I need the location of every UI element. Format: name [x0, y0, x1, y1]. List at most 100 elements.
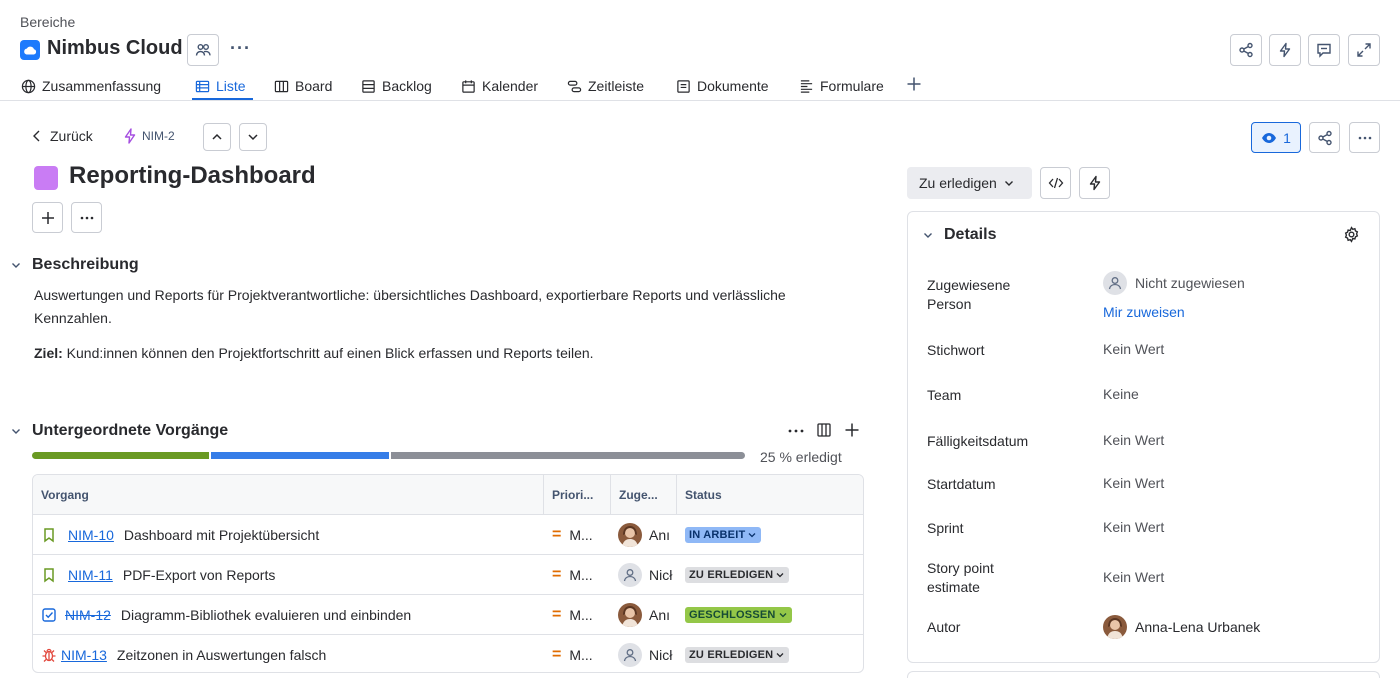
- next-issue-button[interactable]: [239, 123, 267, 151]
- back-button[interactable]: Zurück: [32, 128, 93, 144]
- add-tab-button[interactable]: [906, 76, 922, 94]
- issue-key-link[interactable]: NIM-13: [61, 647, 107, 663]
- more-icon: [1358, 136, 1371, 139]
- column-header-priority[interactable]: Priori...: [544, 475, 611, 515]
- unassigned-avatar-icon: [1103, 271, 1127, 295]
- tab-formulare[interactable]: Formulare: [799, 76, 884, 96]
- columns-icon: [817, 423, 831, 437]
- status-dropdown[interactable]: IN ARBEIT: [685, 526, 762, 543]
- chevron-down-icon: [776, 572, 784, 577]
- assign-to-me-link[interactable]: Mir zuweisen: [1103, 304, 1185, 320]
- watch-count: 1: [1283, 129, 1291, 146]
- description-text[interactable]: Auswertungen und Reports für Projektvera…: [34, 284, 854, 330]
- add-child-button[interactable]: [844, 422, 860, 438]
- project-title[interactable]: Nimbus Cloud: [47, 37, 183, 60]
- feedback-button[interactable]: [1308, 34, 1340, 66]
- code-icon: [1048, 177, 1063, 189]
- lightning-icon: [1089, 175, 1100, 191]
- label-field-label: Stichwort: [927, 342, 985, 358]
- tab-dokumente[interactable]: Dokumente: [676, 76, 769, 96]
- tab-liste[interactable]: Liste: [195, 76, 246, 96]
- table-row[interactable]: NIM-10 Dashboard mit Projektübersicht = M…: [33, 515, 863, 555]
- more-icon: [80, 216, 93, 219]
- calendar-icon: [462, 79, 475, 93]
- assignee-value[interactable]: Nicht zugewiesen: [1103, 271, 1245, 295]
- share-project-button[interactable]: [1230, 34, 1262, 66]
- share-issue-button[interactable]: [1309, 122, 1340, 153]
- status-dropdown[interactable]: GESCHLOSSEN: [685, 606, 792, 623]
- document-icon: [677, 79, 690, 93]
- table-row[interactable]: NIM-11 PDF-Export von Reports = M... Nicł…: [33, 555, 863, 595]
- title-more-button[interactable]: [71, 202, 102, 233]
- people-icon: [195, 44, 211, 56]
- issue-summary[interactable]: PDF-Export von Reports: [123, 567, 276, 583]
- chevron-down-icon: [748, 532, 756, 537]
- table-row[interactable]: NIM-12 Diagramm-Bibliothek evaluieren un…: [33, 595, 863, 635]
- column-header-status[interactable]: Status: [677, 475, 863, 515]
- globe-icon: [21, 79, 36, 93]
- tab-label: Formulare: [820, 78, 884, 94]
- issue-type-icon: [34, 166, 58, 190]
- project-more-button[interactable]: ···: [230, 38, 251, 59]
- issue-summary[interactable]: Dashboard mit Projektübersicht: [124, 527, 319, 543]
- tab-zusammenfassung[interactable]: Zusammenfassung: [21, 76, 161, 96]
- back-label: Zurück: [50, 128, 93, 144]
- team-field-value[interactable]: Keine: [1103, 386, 1139, 402]
- start-date-value[interactable]: Kein Wert: [1103, 475, 1164, 491]
- issue-automation-button[interactable]: [1079, 167, 1110, 199]
- development-button[interactable]: [1040, 167, 1071, 199]
- watch-button[interactable]: 1: [1251, 122, 1301, 153]
- table-row[interactable]: NIM-13 Zeitzonen in Auswertungen falsch …: [33, 635, 863, 672]
- chevron-down-icon: [12, 263, 20, 268]
- column-header-vorgang[interactable]: Vorgang: [33, 475, 544, 515]
- parent-issue-link[interactable]: NIM-2: [123, 128, 175, 144]
- tab-board[interactable]: Board: [274, 76, 332, 96]
- sprint-label: Sprint: [927, 520, 964, 536]
- list-icon: [195, 80, 210, 92]
- tab-zeitleiste[interactable]: Zeitleiste: [567, 76, 644, 96]
- details-settings-button[interactable]: [1343, 226, 1360, 243]
- form-icon: [800, 79, 813, 93]
- tab-label: Dokumente: [697, 78, 769, 94]
- description-heading[interactable]: Beschreibung: [10, 256, 139, 274]
- previous-issue-button[interactable]: [203, 123, 231, 151]
- share-icon: [1317, 130, 1332, 145]
- add-button[interactable]: [32, 202, 63, 233]
- tab-label: Kalender: [482, 78, 539, 94]
- automation-button[interactable]: [1269, 34, 1301, 66]
- gear-icon: [1344, 226, 1359, 243]
- issue-summary[interactable]: Zeitzonen in Auswertungen falsch: [117, 647, 326, 663]
- column-header-assignee[interactable]: Zuge...: [611, 475, 677, 515]
- story-points-value[interactable]: Kein Wert: [1103, 569, 1164, 585]
- issue-title[interactable]: Reporting-Dashboard: [69, 162, 316, 190]
- issue-summary[interactable]: Diagramm-Bibliothek evaluieren und einbi…: [121, 607, 411, 623]
- description-goal[interactable]: Ziel: Kund:innen können den Projektforts…: [34, 342, 854, 365]
- status-button[interactable]: Zu erledigen: [907, 167, 1032, 199]
- child-more-button[interactable]: [787, 422, 805, 440]
- tab-kalender[interactable]: Kalender: [461, 76, 538, 96]
- status-dropdown[interactable]: ZU ERLEDIGEN: [685, 566, 790, 583]
- due-date-value[interactable]: Kein Wert: [1103, 432, 1164, 448]
- tab-backlog[interactable]: Backlog: [361, 76, 432, 96]
- team-button[interactable]: [187, 34, 219, 66]
- assignee-name: Anı: [649, 526, 671, 543]
- reporter-value[interactable]: Anna-Lena Urbanek: [1103, 615, 1260, 639]
- plus-icon: [845, 423, 859, 437]
- status-label: ZU ERLEDIGEN: [689, 648, 774, 661]
- issue-more-button[interactable]: [1349, 122, 1380, 153]
- fullscreen-button[interactable]: [1348, 34, 1380, 66]
- column-settings-button[interactable]: [816, 422, 832, 438]
- breadcrumb[interactable]: Bereiche: [20, 14, 75, 30]
- lightning-icon: [1279, 42, 1291, 58]
- label-field-value[interactable]: Kein Wert: [1103, 341, 1164, 357]
- details-heading[interactable]: Details: [922, 226, 996, 244]
- share-icon: [1239, 42, 1253, 58]
- issue-key-link[interactable]: NIM-12: [65, 607, 111, 623]
- unassigned-avatar-icon: [618, 642, 642, 667]
- issue-key-link[interactable]: NIM-10: [68, 527, 114, 543]
- status-dropdown[interactable]: ZU ERLEDIGEN: [685, 646, 790, 663]
- issue-key-link[interactable]: NIM-11: [68, 567, 113, 583]
- sprint-value[interactable]: Kein Wert: [1103, 519, 1164, 535]
- due-date-label: Fälligkeitsdatum: [927, 433, 1029, 449]
- child-issues-heading[interactable]: Untergeordnete Vorgänge: [10, 422, 228, 440]
